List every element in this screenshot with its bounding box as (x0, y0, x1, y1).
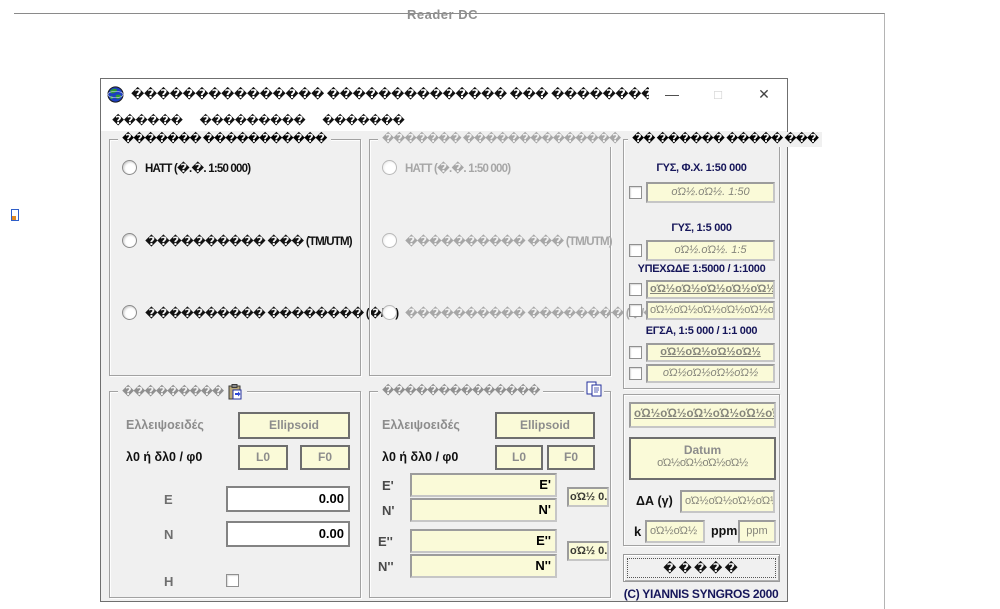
n2-label: N'' (378, 559, 394, 574)
app-window: ��������������� �������������� ��� �����… (100, 78, 788, 602)
n1-label: N' (382, 503, 394, 518)
menu-item-2[interactable]: ��������� (199, 114, 305, 127)
from-option-hatt[interactable]: HATT (�.�. 1:50 000) (122, 160, 250, 175)
radio-icon (382, 233, 397, 248)
ypechode-field-1[interactable]: οΏ½οΏ½οΏ½οΏ½οΏ½οΏ½ (646, 280, 775, 299)
ypechode-label: ΥΠΕΧΩΔΕ 1:5000 / 1:1000 (624, 263, 779, 275)
to-option-tm-utm: ���������� ��� (TM/UTM) (382, 233, 612, 248)
gys-5000-row: οΏ½.οΏ½. 1:5 (629, 240, 775, 261)
menu-item-1[interactable]: ������ (112, 114, 182, 127)
radio-icon (382, 160, 397, 175)
dialog-content: ������� ����������� HATT (�.�. 1:50 000)… (101, 131, 787, 601)
transform-button[interactable]: ����� (623, 554, 780, 582)
copyright-text: (C) YIANNIS SYNGROS 2000 (613, 587, 789, 601)
h-checkbox[interactable] (226, 574, 239, 587)
ypechode-row-1: οΏ½οΏ½οΏ½οΏ½οΏ½οΏ½ (629, 280, 775, 299)
gys-50000-label: ΓΥΣ, Φ.Χ. 1:50 000 (624, 162, 779, 174)
e1-field[interactable]: E' (410, 473, 557, 497)
paste-icon[interactable] (228, 384, 243, 400)
e2-field[interactable]: E'' (410, 529, 557, 553)
input-l0f0-label: λ0 ή δλ0 / φ0 (126, 450, 202, 464)
output-f0-button[interactable]: F0 (547, 445, 595, 470)
radio-icon (122, 160, 137, 175)
gys-50000-checkbox[interactable] (629, 186, 642, 199)
from-option-geographic[interactable]: ���������� �������� (�/�) (122, 305, 398, 320)
minimize-icon[interactable]: — (649, 86, 695, 102)
input-coords-groupbox: ��������� Ελλειψοειδές Ellipsoid λ0 ή δλ… (109, 391, 361, 598)
radio-icon (122, 233, 137, 248)
ppm-label: ppm (711, 524, 737, 538)
e1-label: E' (382, 478, 394, 493)
gys-5000-field[interactable]: οΏ½.οΏ½. 1:5 (646, 240, 775, 261)
input-l0-button[interactable]: L0 (238, 445, 288, 470)
output-l0f0-label: λ0 ή δλ0 / φ0 (382, 450, 458, 464)
ypechode-checkbox-2[interactable] (629, 304, 642, 317)
globe-icon (107, 86, 124, 103)
ypechode-field-2[interactable]: οΏ½οΏ½οΏ½οΏ½οΏ½οΏ½ (646, 301, 775, 320)
n1-field[interactable]: N' (410, 498, 557, 522)
taskbar-fragment-icon (11, 209, 19, 221)
to-crs-groupbox: ������� �������������� HATT (�.�. 1:50 0… (369, 139, 611, 376)
menu-item-3[interactable]: ������� (322, 114, 404, 127)
menu-bar: ������ ��������� ������� (101, 109, 787, 131)
from-crs-group-title: ������� ����������� (118, 132, 331, 147)
egsa-field-2[interactable]: οΏ½οΏ½οΏ½οΏ½ (646, 364, 775, 383)
datum-button[interactable]: Datum οΏ½οΏ½οΏ½οΏ½ (629, 437, 776, 480)
to-option-geographic: ���������� �������� (�/�) (382, 305, 658, 320)
output-coords-groupbox: �������������� Ελλειψοειδές Ellipsoid λ0… (369, 391, 611, 598)
maximize-icon: □ (695, 87, 741, 102)
input-f0-button[interactable]: F0 (300, 445, 350, 470)
e-label: E (164, 492, 173, 507)
datum-groupbox: οΏ½οΏ½οΏ½οΏ½οΏ½οΏ½ Datum οΏ½οΏ½οΏ½οΏ½ ΔΑ… (623, 394, 780, 546)
map-series-groupbox: �� ������ ����� ��� ΓΥΣ, Φ.Χ. 1:50 000 ο… (623, 139, 780, 389)
map-series-group-title: �� ������ ����� ��� (628, 132, 822, 147)
input-ellipsoid-button[interactable]: Ellipsoid (238, 412, 350, 439)
to-option-hatt: HATT (�.�. 1:50 000) (382, 160, 510, 175)
h-label: H (164, 574, 173, 589)
egsa-field-1[interactable]: οΏ½οΏ½οΏ½οΏ½ (646, 343, 775, 362)
window-title: ��������������� �������������� ��� �����… (131, 87, 649, 101)
radio-icon (122, 305, 137, 320)
gys-50000-field[interactable]: οΏ½.οΏ½. 1:50 (646, 182, 775, 203)
n-input[interactable]: 0.00 (226, 521, 350, 547)
title-bar[interactable]: ��������������� �������������� ��� �����… (101, 79, 787, 109)
gys-50000-row: οΏ½.οΏ½. 1:50 (629, 182, 775, 203)
k-label: k (634, 524, 641, 539)
output-coords-group-title: �������������� (378, 384, 543, 399)
da-gamma-field[interactable]: οΏ½οΏ½οΏ½οΏ½οΏ½ (680, 490, 775, 513)
ypechode-checkbox-1[interactable] (629, 283, 642, 296)
output-l0-button[interactable]: L0 (495, 445, 543, 470)
ypechode-row-2: οΏ½οΏ½οΏ½οΏ½οΏ½οΏ½ (629, 301, 775, 320)
datum-top-field[interactable]: οΏ½οΏ½οΏ½οΏ½οΏ½οΏ½ (629, 402, 776, 428)
ppm-field[interactable]: ppm (738, 520, 776, 543)
gys-5000-checkbox[interactable] (629, 244, 642, 257)
da-gamma-label: ΔΑ (γ) (636, 494, 673, 508)
from-crs-groupbox: ������� ����������� HATT (�.�. 1:50 000)… (109, 139, 361, 376)
egsa-checkbox-2[interactable] (629, 367, 642, 380)
e-input[interactable]: 0.00 (226, 486, 350, 512)
from-option-tm-utm[interactable]: ���������� ��� (TM/UTM) (122, 233, 352, 248)
copy-icon[interactable] (584, 381, 604, 402)
delta2-field[interactable]: οΏ½ 0.00 (567, 541, 609, 561)
to-crs-group-title: ������� �������������� (378, 132, 624, 147)
k-field[interactable]: οΏ½οΏ½ (645, 520, 705, 543)
egsa-row-2: οΏ½οΏ½οΏ½οΏ½ (629, 364, 775, 383)
delta1-field[interactable]: οΏ½ 0.00 (567, 487, 609, 507)
egsa-label: ΕΓΣΑ, 1:5 000 / 1:1 000 (624, 325, 779, 337)
close-icon[interactable]: ✕ (741, 86, 787, 103)
e2-label: E'' (378, 534, 393, 549)
egsa-checkbox-1[interactable] (629, 346, 642, 359)
input-ellipsoid-label: Ελλειψοειδές (126, 418, 204, 432)
n2-field[interactable]: N'' (410, 554, 557, 578)
n-label: N (164, 527, 173, 542)
output-ellipsoid-button[interactable]: Ellipsoid (495, 412, 595, 439)
background-window-title: Reader DC (407, 7, 478, 22)
output-ellipsoid-label: Ελλειψοειδές (382, 418, 460, 432)
input-coords-group-title: ��������� (118, 384, 247, 400)
radio-icon (382, 305, 397, 320)
gys-5000-label: ΓΥΣ, 1:5 000 (624, 222, 779, 234)
egsa-row-1: οΏ½οΏ½οΏ½οΏ½ (629, 343, 775, 362)
